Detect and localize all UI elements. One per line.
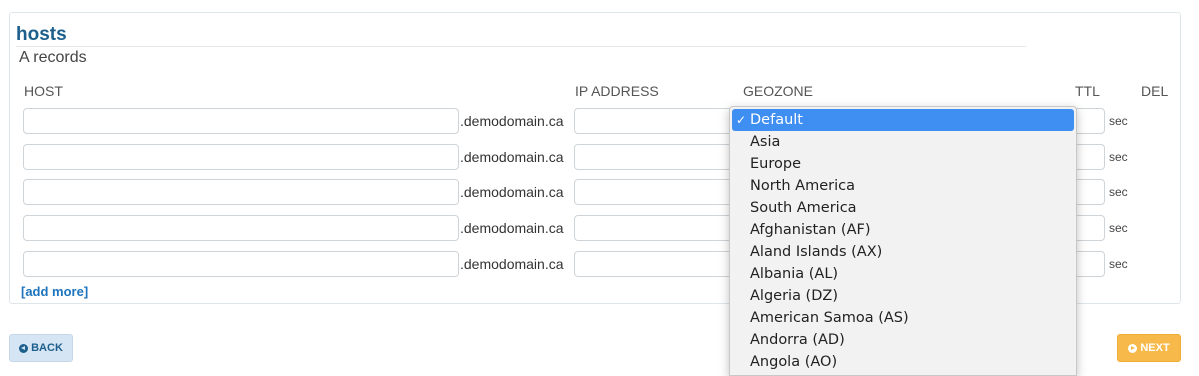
- back-button[interactable]: BACK: [9, 334, 73, 362]
- arrow-right-circle-icon: [1128, 343, 1138, 353]
- ip-address-input[interactable]: [574, 144, 734, 170]
- ttl-unit: sec: [1109, 114, 1128, 128]
- host-input[interactable]: [23, 251, 459, 277]
- ip-address-input[interactable]: [574, 179, 734, 205]
- next-button[interactable]: NEXT: [1117, 334, 1181, 362]
- ip-address-input[interactable]: [574, 108, 734, 134]
- geozone-option[interactable]: Angola (AO): [730, 351, 1076, 373]
- ttl-unit: sec: [1109, 185, 1128, 199]
- checkmark-icon: ✓: [736, 113, 747, 127]
- geozone-option[interactable]: Aland Islands (AX): [730, 241, 1076, 263]
- geozone-option[interactable]: South America: [730, 197, 1076, 219]
- geozone-option[interactable]: Europe: [730, 153, 1076, 175]
- ttl-unit: sec: [1109, 257, 1128, 271]
- domain-suffix: .demodomain.ca: [460, 256, 564, 272]
- geozone-option[interactable]: Algeria (DZ): [730, 285, 1076, 307]
- column-header-del: DEL: [1141, 83, 1169, 99]
- geozone-option[interactable]: ✓ Default: [732, 109, 1074, 131]
- column-header-ip: IP ADDRESS: [575, 83, 659, 99]
- geozone-option[interactable]: American Samoa (AS): [730, 307, 1076, 329]
- domain-suffix: .demodomain.ca: [460, 149, 564, 165]
- geozone-option[interactable]: Albania (AL): [730, 263, 1076, 285]
- column-header-ttl: TTL: [1075, 83, 1100, 99]
- ttl-unit: sec: [1109, 150, 1128, 164]
- domain-suffix: .demodomain.ca: [460, 184, 564, 200]
- ttl-unit: sec: [1109, 221, 1128, 235]
- host-input[interactable]: [23, 179, 459, 205]
- back-button-label: BACK: [31, 342, 63, 354]
- geozone-option[interactable]: Asia: [730, 131, 1076, 153]
- host-input[interactable]: [23, 144, 459, 170]
- title-divider: [16, 46, 1026, 47]
- geozone-option[interactable]: North America: [730, 175, 1076, 197]
- section-title: hosts: [16, 24, 67, 45]
- geozone-option[interactable]: Afghanistan (AF): [730, 219, 1076, 241]
- add-more-link[interactable]: [add more]: [21, 284, 88, 299]
- host-input[interactable]: [23, 215, 459, 241]
- domain-suffix: .demodomain.ca: [460, 220, 564, 236]
- next-button-label: NEXT: [1140, 342, 1170, 354]
- host-input[interactable]: [23, 108, 459, 134]
- arrow-left-circle-icon: [19, 343, 29, 353]
- column-header-geozone: GEOZONE: [743, 83, 814, 99]
- geozone-option[interactable]: Andorra (AD): [730, 329, 1076, 351]
- ip-address-input[interactable]: [574, 251, 734, 277]
- section-subtitle: A records: [19, 49, 87, 66]
- domain-suffix: .demodomain.ca: [460, 113, 564, 129]
- column-header-host: HOST: [24, 83, 63, 99]
- ip-address-input[interactable]: [574, 215, 734, 241]
- geozone-dropdown-list[interactable]: ✓ Default Asia Europe North America Sout…: [729, 106, 1077, 376]
